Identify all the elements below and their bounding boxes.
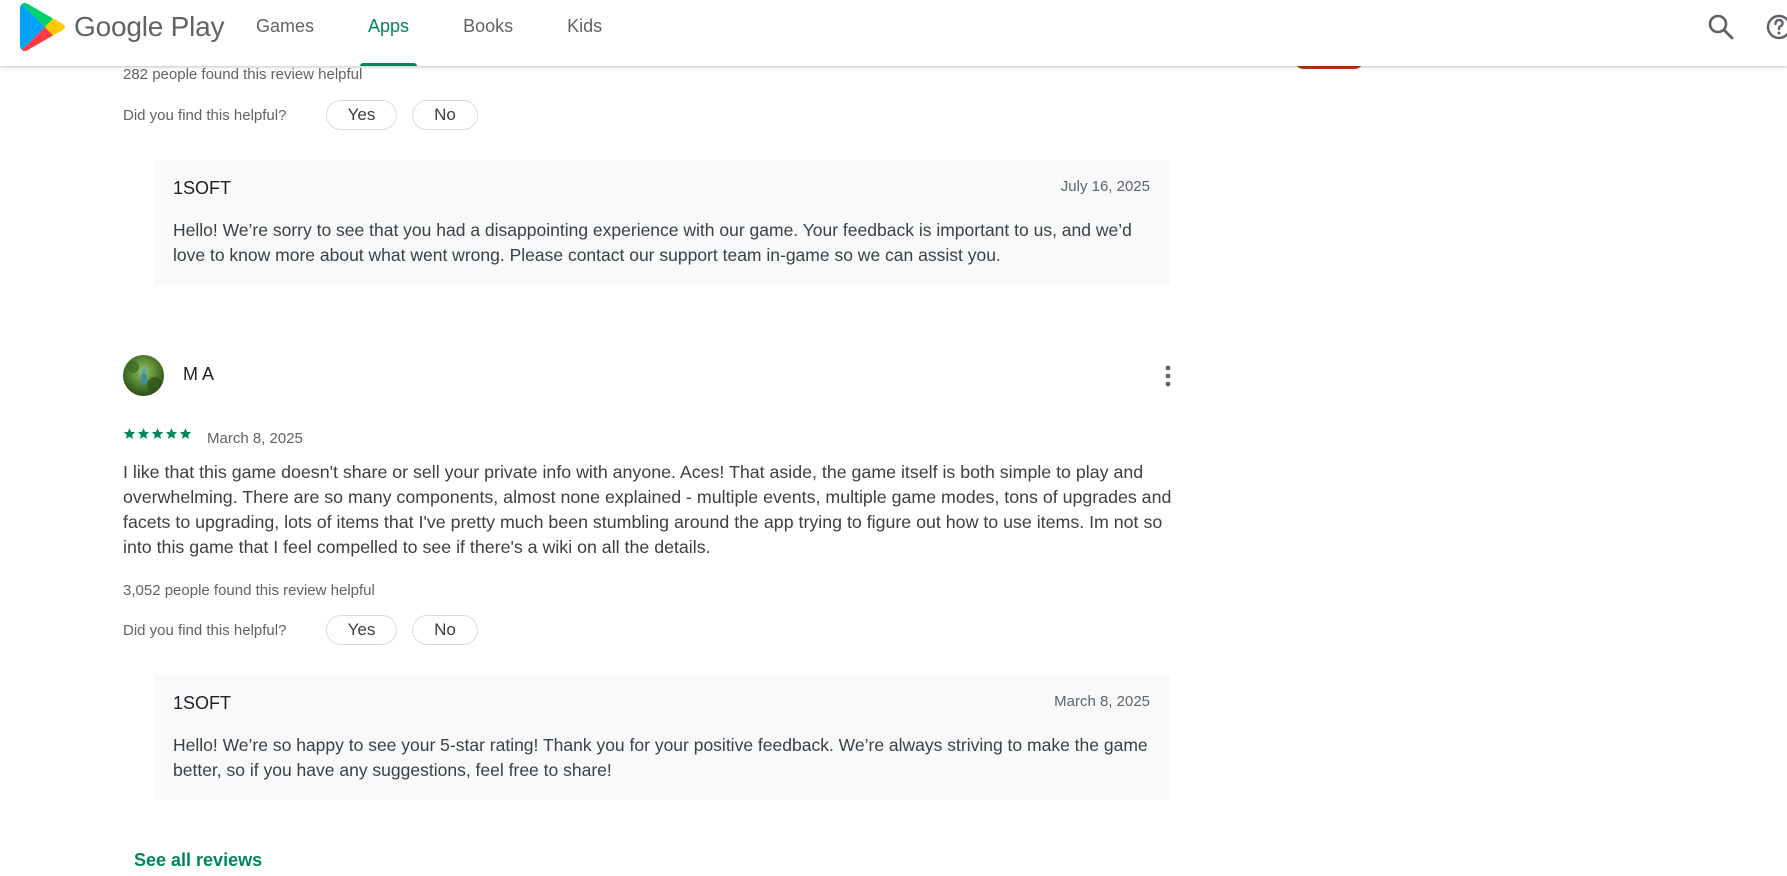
yes-label: Yes	[347, 105, 376, 124]
help-icon[interactable]	[1763, 11, 1787, 43]
brand-name: Google Play	[74, 11, 225, 42]
tab-kids-label: Kids	[567, 16, 603, 36]
no-label: No	[434, 620, 456, 639]
reply-text: Hello! We’re sorry to see that you had a…	[173, 220, 1132, 265]
review-1-helpful-question: Did you find this helpful?	[123, 107, 287, 124]
star-icon	[123, 428, 136, 439]
developer-name: 1SOFT	[173, 178, 232, 198]
search-icon[interactable]	[1705, 11, 1737, 43]
google-play-logo[interactable]: Google Play	[20, 0, 225, 54]
star-icon	[165, 428, 178, 439]
review-2-helpful-question: Did you find this helpful?	[123, 622, 287, 639]
tab-kids[interactable]: Kids	[559, 0, 610, 66]
review-1-yes-button[interactable]: Yes	[326, 100, 397, 130]
see-all-reviews-link[interactable]: See all reviews	[134, 850, 262, 871]
reply-date: July 16, 2025	[1060, 178, 1150, 195]
tab-books[interactable]: Books	[455, 0, 521, 66]
main-nav: Games Apps Books Kids	[248, 0, 648, 66]
review-1-helpful-count: 282 people found this review helpful	[123, 66, 363, 83]
reply-date: March 8, 2025	[1054, 693, 1150, 710]
review-2-developer-reply: 1SOFT March 8, 2025 Hello! We’re so happ…	[154, 675, 1170, 800]
star-icon	[179, 428, 192, 439]
star-icon	[137, 428, 150, 439]
review-1-developer-reply: 1SOFT July 16, 2025 Hello! We’re sorry t…	[154, 160, 1170, 285]
reply-text: Hello! We’re so happy to see your 5-star…	[173, 735, 1148, 780]
active-tab-indicator	[360, 63, 418, 66]
tab-apps-label: Apps	[368, 16, 410, 36]
review-date: March 8, 2025	[207, 430, 303, 447]
no-label: No	[434, 105, 456, 124]
more-options-icon[interactable]	[1156, 363, 1180, 389]
avatar	[123, 355, 164, 396]
tab-games[interactable]: Games	[248, 0, 322, 66]
review-2-helpful-count: 3,052 people found this review helpful	[123, 582, 375, 599]
review-2-no-button[interactable]: No	[412, 615, 478, 645]
review-1-no-button[interactable]: No	[412, 100, 478, 130]
tab-books-label: Books	[463, 16, 514, 36]
review-text: I like that this game doesn't share or s…	[123, 462, 1172, 557]
yes-label: Yes	[347, 620, 376, 639]
developer-name: 1SOFT	[173, 693, 232, 713]
reviewer-name: M A	[183, 364, 215, 384]
review-2-yes-button[interactable]: Yes	[326, 615, 397, 645]
top-app-bar: Google Play Games Apps Books Kids	[0, 0, 1787, 66]
tab-games-label: Games	[256, 16, 315, 36]
star-rating	[123, 427, 193, 443]
star-icon	[151, 428, 164, 439]
tab-apps[interactable]: Apps	[360, 0, 418, 66]
play-triangle-icon	[20, 2, 65, 52]
